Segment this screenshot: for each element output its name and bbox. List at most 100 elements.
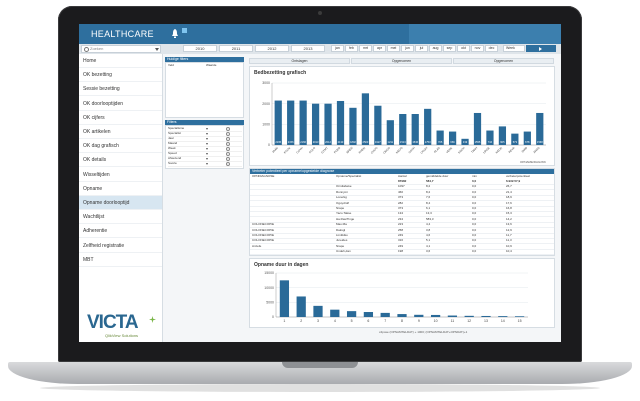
table-cell: Ha.Ras/Tinge — [336, 216, 355, 221]
table-cell: 5,1 — [426, 238, 431, 243]
table-cell: 6.932.57,9 — [506, 179, 521, 183]
x-tick-label: 7 — [384, 319, 386, 323]
month-filter[interactable]: apr — [373, 45, 386, 52]
sidebar-item[interactable]: OK doorlooptijden — [79, 97, 162, 111]
table-cell: 3,8 — [426, 227, 431, 232]
sidebar-item[interactable]: OK artikelen — [79, 125, 162, 139]
chevron-down-icon[interactable] — [206, 148, 208, 150]
chevron-down-icon[interactable] — [206, 153, 208, 155]
notification-badge-icon[interactable] — [182, 28, 187, 33]
bell-icon[interactable] — [171, 29, 179, 38]
tab-opgenomen[interactable]: Opgenomen — [351, 58, 452, 64]
year-filter[interactable]: 2013 — [291, 45, 325, 52]
y-tick-label: 2000 — [262, 102, 270, 106]
month-filter[interactable]: jul — [415, 45, 428, 52]
chevron-down-icon[interactable] — [206, 133, 208, 135]
filters-panel: Specialisme Specialist Jaar Maand Week Speed A… — [165, 125, 244, 169]
search-input[interactable]: Zoeken — [81, 45, 161, 53]
sidebar-item[interactable]: Wachtlijst — [79, 210, 162, 225]
x-tick-label: REVA — [507, 146, 515, 154]
month-filter[interactable]: feb — [345, 45, 358, 52]
sidebar-item[interactable]: Zelfheid registratie — [79, 239, 162, 253]
bar — [361, 93, 370, 145]
sidebar-item[interactable]: OK details — [79, 153, 162, 168]
table-cell: 258 — [398, 227, 404, 232]
x-tick-label: TANH — [470, 146, 478, 154]
bar — [313, 305, 323, 317]
year-filter[interactable]: 2012 — [255, 45, 289, 52]
stay-duration-chart: 0500010000150001 2 3 4 5 6 7 8 9 10 11 12 13 14 15 — [264, 271, 528, 323]
chevron-down-icon[interactable] — [206, 143, 208, 145]
sidebar-item[interactable]: OK dag grafisch — [79, 139, 162, 154]
y-tick-label: 5000 — [266, 301, 274, 305]
sidebar-item[interactable]: MBT — [79, 253, 162, 267]
month-filter[interactable]: nov — [471, 45, 484, 52]
column-header[interactable]: OPNDIAGNOSE — [252, 174, 274, 178]
bar-value-label: 1892 — [350, 140, 356, 144]
x-tick-label: JAAN — [271, 146, 279, 154]
sidebar-item[interactable]: Sessie bezetting — [79, 82, 162, 97]
column-header[interactable]: Opname/Specialist — [336, 174, 361, 178]
tab-opgenomen-2[interactable]: Opgenomen — [453, 58, 554, 64]
sidebar-item[interactable]: OK cijfers — [79, 111, 162, 125]
y-tick-label: 15000 — [264, 271, 274, 275]
month-filter[interactable]: jan — [331, 45, 344, 52]
table-cell: 12,9 — [506, 227, 512, 232]
month-filter[interactable]: jun — [401, 45, 414, 52]
table-cell: 584,7 — [426, 179, 434, 183]
filter-label: Soorte — [168, 161, 177, 165]
sidebar-item[interactable]: Adherentie — [79, 224, 162, 239]
chevron-down-icon[interactable] — [206, 128, 208, 130]
sidebar-item[interactable]: OK bezetting — [79, 68, 162, 83]
bar — [430, 314, 441, 317]
table-cell: Mau.Ma — [336, 222, 347, 227]
sidebar-item[interactable]: Home — [79, 54, 162, 68]
go-button[interactable] — [526, 45, 556, 52]
column-header[interactable]: verbeterpotentieel — [506, 174, 530, 178]
bar — [279, 280, 290, 317]
sidebar-item[interactable]: Opname doorlooptijd — [79, 196, 162, 210]
month-filter[interactable]: okt — [457, 45, 470, 52]
filter-label: Jaar — [168, 136, 174, 140]
col-veld: Veld — [168, 63, 174, 67]
table-cell: 234 — [398, 216, 404, 221]
sidebar-item[interactable]: Opname — [79, 182, 162, 196]
bar-value-label: 1927 — [375, 140, 381, 144]
x-tick-label: 10 — [434, 319, 438, 323]
radio-icon[interactable] — [226, 162, 230, 166]
view-tabs: Ontslagen Opgenomen Opgenomen — [249, 58, 555, 64]
month-filter[interactable]: aug — [429, 45, 442, 52]
table-cell: Undeh,dan — [336, 249, 351, 254]
tab-ontslagen[interactable]: Ontslagen — [249, 58, 350, 64]
month-filter[interactable]: dec — [485, 45, 498, 52]
table-cell: 8,2 — [426, 189, 431, 194]
x-tick-label: 14 — [501, 319, 505, 323]
x-tick-label: 15 — [518, 319, 522, 323]
chevron-down-icon[interactable] — [206, 163, 208, 165]
bed-occupancy-chart: 0 1000 2000 3000 2195 JAAN 2156 KOOK 2166 COVH 201… — [262, 81, 546, 164]
column-header[interactable]: min — [472, 174, 477, 178]
bar — [299, 100, 307, 145]
chevron-down-icon[interactable] — [155, 48, 159, 51]
sidebar-item[interactable]: Wisseltijden — [79, 168, 162, 182]
measure-select[interactable]: Week — [503, 45, 525, 52]
table-row[interactable]: Undeh,dan 198 3,6 0,0 10,4 — [250, 249, 554, 256]
year-filter[interactable]: 2011 — [219, 45, 253, 52]
column-header[interactable]: gemiddelde duur — [426, 174, 448, 178]
month-filter[interactable]: mrt — [359, 45, 372, 52]
bar — [498, 316, 508, 317]
month-filter[interactable]: sep — [443, 45, 456, 52]
filter-label: Maand — [168, 141, 178, 145]
year-filter[interactable]: 2010 — [183, 45, 217, 52]
chevron-down-icon[interactable] — [206, 138, 208, 140]
y-tick-label: 0 — [272, 315, 274, 319]
logo-subtitle: QlikView Solutions — [105, 333, 139, 338]
bar-value-label: 678 — [525, 140, 530, 144]
col-waarde: Waarde — [206, 63, 217, 67]
month-filter[interactable]: mei — [387, 45, 400, 52]
chevron-down-icon[interactable] — [206, 158, 208, 160]
filter-row[interactable]: Soorte — [168, 161, 242, 167]
bar-value-label: 2195 — [275, 140, 281, 144]
column-header[interactable]: Aantal — [398, 174, 407, 178]
table-cell: Anzefe — [252, 243, 262, 248]
